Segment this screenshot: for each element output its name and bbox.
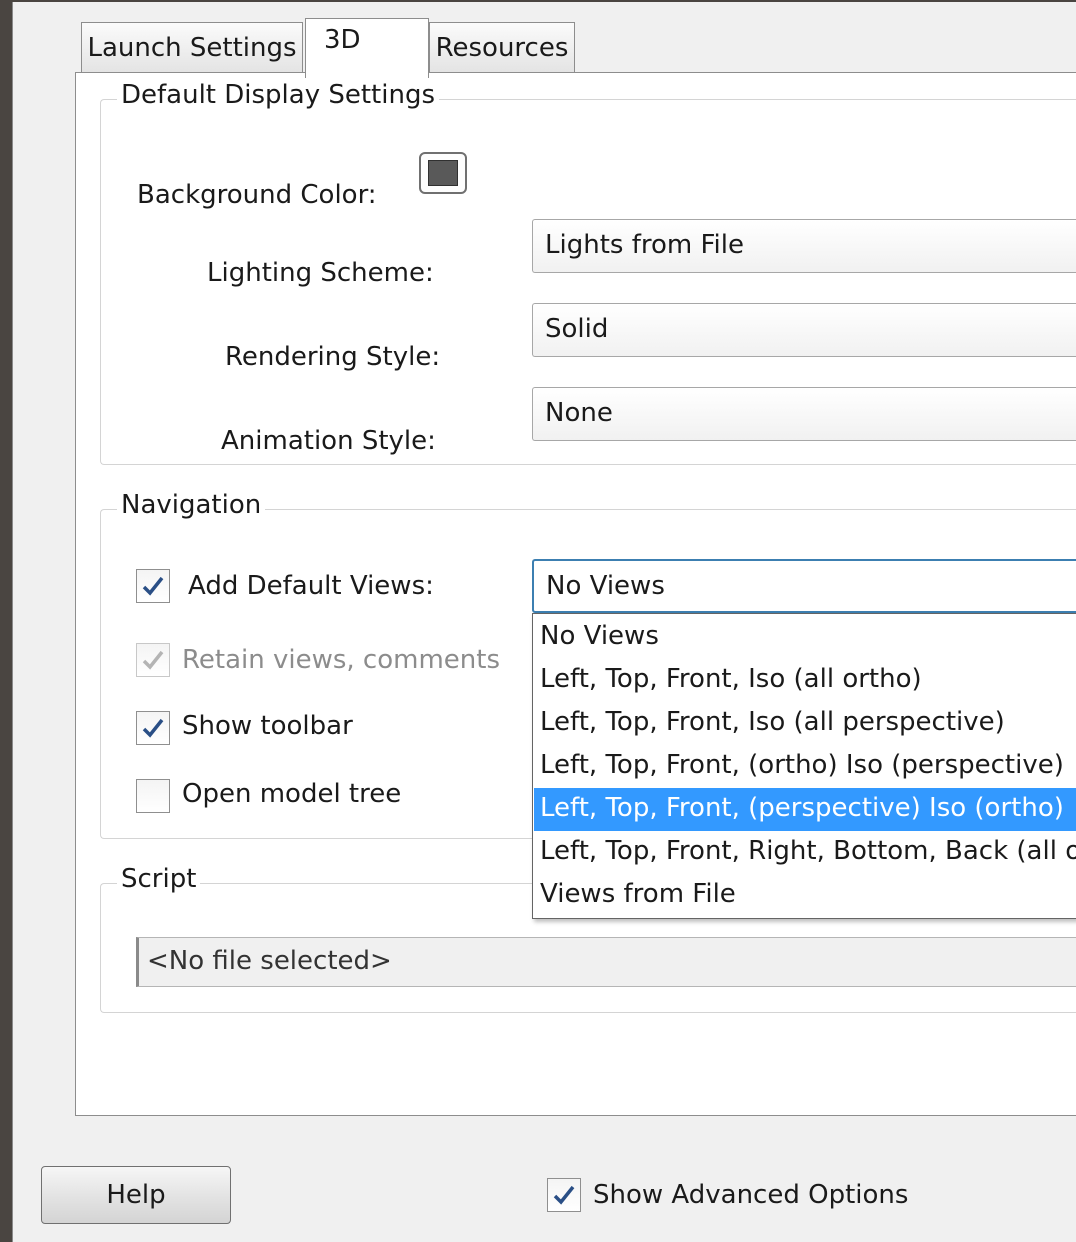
dropdown-option[interactable]: Left, Top, Front, (ortho) Iso (perspecti… <box>534 745 1076 788</box>
tab-launch-settings[interactable]: Launch Settings <box>81 22 303 74</box>
default-views-dropdown-list: No Views Left, Top, Front, Iso (all orth… <box>532 613 1076 919</box>
show-toolbar-label: Show toolbar <box>182 711 353 741</box>
tab-3d[interactable]: 3D <box>305 18 429 78</box>
tab-label: 3D <box>324 25 361 55</box>
show-toolbar-checkbox[interactable] <box>136 711 170 745</box>
checkmark-icon <box>142 718 164 738</box>
dropdown-option[interactable]: No Views <box>534 616 1076 659</box>
checkmark-icon <box>142 576 164 596</box>
checkmark-icon <box>553 1185 575 1205</box>
add-default-views-value: No Views <box>546 571 665 601</box>
script-file-field[interactable]: <No file selected> <box>136 937 1076 987</box>
dropdown-option[interactable]: Left, Top, Front, Right, Bottom, Back (a… <box>534 831 1076 874</box>
add-default-views-select[interactable]: No Views <box>532 559 1076 613</box>
group-legend: Navigation <box>117 490 266 520</box>
option-label: Left, Top, Front, Iso (all perspective) <box>540 707 1005 737</box>
tab-resources[interactable]: Resources <box>429 22 575 74</box>
retain-views-checkbox[interactable] <box>136 643 170 677</box>
rendering-style-select[interactable]: Solid <box>532 303 1076 357</box>
tab-label: Resources <box>435 33 569 63</box>
help-button[interactable]: Help <box>41 1166 231 1224</box>
option-label: Views from File <box>540 879 736 909</box>
option-label: Left, Top, Front, Right, Bottom, Back (a… <box>540 836 1076 866</box>
show-advanced-options-label: Show Advanced Options <box>593 1180 909 1210</box>
help-button-label: Help <box>106 1180 166 1210</box>
option-label: Left, Top, Front, Iso (all ortho) <box>540 664 922 694</box>
lighting-scheme-value: Lights from File <box>545 230 744 260</box>
option-label: No Views <box>540 621 659 651</box>
option-label: Left, Top, Front, (ortho) Iso (perspecti… <box>540 750 1064 780</box>
tab-panel-3d: Default Display Settings Background Colo… <box>75 72 1076 1116</box>
animation-style-select[interactable]: None <box>532 387 1076 441</box>
checkmark-icon <box>142 650 164 670</box>
script-file-value: <No file selected> <box>147 946 392 976</box>
add-default-views-label: Add Default Views: <box>188 571 434 601</box>
background-color-button[interactable] <box>419 152 467 194</box>
rendering-style-value: Solid <box>545 314 609 344</box>
group-legend: Script <box>117 864 201 894</box>
tab-label: Launch Settings <box>87 33 297 63</box>
lighting-scheme-label: Lighting Scheme: <box>207 258 434 288</box>
dropdown-option[interactable]: Left, Top, Front, Iso (all ortho) <box>534 659 1076 702</box>
dropdown-option-highlighted[interactable]: Left, Top, Front, (perspective) Iso (ort… <box>534 788 1076 831</box>
open-model-tree-checkbox[interactable] <box>136 779 170 813</box>
animation-style-label: Animation Style: <box>221 426 436 456</box>
dropdown-option[interactable]: Left, Top, Front, Iso (all perspective) <box>534 702 1076 745</box>
rendering-style-label: Rendering Style: <box>225 342 441 372</box>
color-swatch <box>428 160 458 186</box>
dialog: Launch Settings 3D Resources Default Dis… <box>12 2 1076 1242</box>
dropdown-option[interactable]: Views from File <box>534 874 1076 917</box>
retain-views-label: Retain views, comments <box>182 645 501 675</box>
group-legend: Default Display Settings <box>117 80 440 110</box>
animation-style-value: None <box>545 398 613 428</box>
show-advanced-options-checkbox[interactable] <box>547 1178 581 1212</box>
option-label: Left, Top, Front, (perspective) Iso (ort… <box>540 793 1064 823</box>
lighting-scheme-select[interactable]: Lights from File <box>532 219 1076 273</box>
background-color-label: Background Color: <box>137 180 377 210</box>
open-model-tree-label: Open model tree <box>182 779 402 809</box>
add-default-views-checkbox[interactable] <box>136 569 170 603</box>
